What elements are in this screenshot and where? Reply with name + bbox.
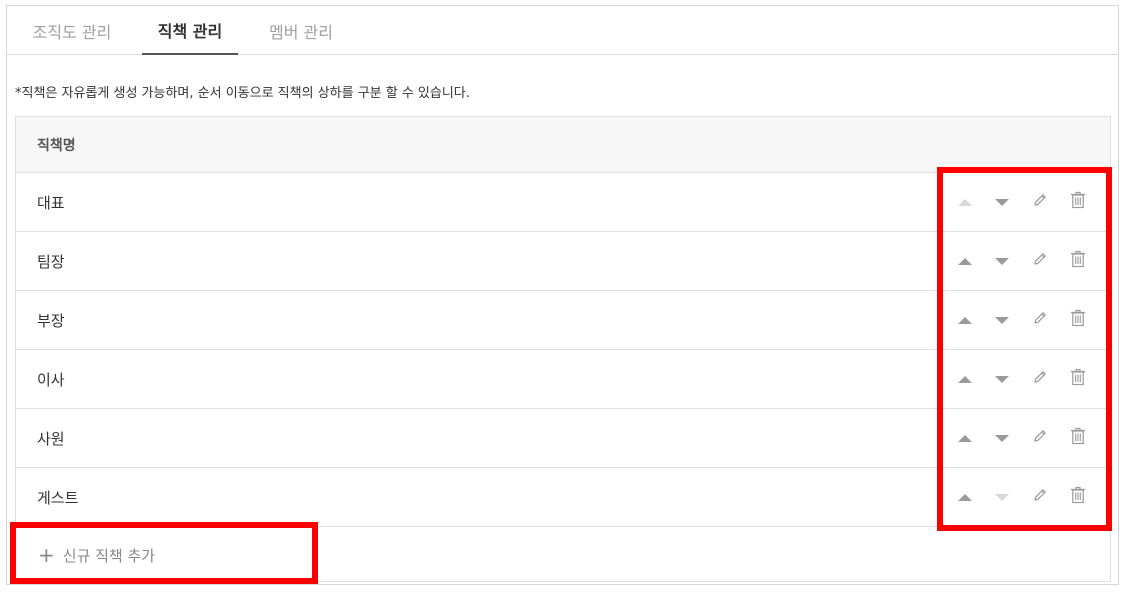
move-down-button[interactable] <box>990 190 1014 214</box>
edit-button[interactable] <box>1028 249 1052 273</box>
move-down-button[interactable] <box>990 426 1014 450</box>
edit-button[interactable] <box>1028 485 1052 509</box>
pencil-icon <box>1032 369 1048 389</box>
edit-button[interactable] <box>1028 190 1052 214</box>
move-up-icon <box>958 493 972 501</box>
delete-button[interactable] <box>1066 426 1090 450</box>
pencil-icon <box>1032 310 1048 330</box>
trash-icon <box>1070 309 1086 331</box>
pencil-icon <box>1032 487 1048 507</box>
table-row: 부장 <box>16 291 1110 350</box>
tab-positions[interactable]: 직책 관리 <box>142 6 238 55</box>
add-position-button[interactable]: + 신규 직책 추가 <box>16 527 1110 583</box>
pencil-icon <box>1032 428 1048 448</box>
table-row: 팀장 <box>16 232 1110 291</box>
move-down-button[interactable] <box>990 367 1014 391</box>
delete-button[interactable] <box>1066 249 1090 273</box>
tab-org-chart[interactable]: 조직도 관리 <box>18 6 126 55</box>
move-up-icon <box>958 198 972 206</box>
table-row: 이사 <box>16 350 1110 409</box>
move-up-button[interactable] <box>953 249 977 273</box>
move-down-button[interactable] <box>990 485 1014 509</box>
table-row: 게스트 <box>16 468 1110 527</box>
edit-button[interactable] <box>1028 426 1052 450</box>
edit-button[interactable] <box>1028 367 1052 391</box>
tab-members[interactable]: 멤버 관리 <box>255 6 347 55</box>
position-name: 대표 <box>37 193 65 212</box>
move-up-icon <box>958 375 972 383</box>
position-name: 게스트 <box>37 488 79 507</box>
table-row: 사원 <box>16 409 1110 468</box>
position-name: 이사 <box>37 370 65 389</box>
notice-text: *직책은 자유롭게 생성 가능하며, 순서 이동으로 직책의 상하를 구분 할 … <box>15 86 470 101</box>
column-header-position-name: 직책명 <box>37 137 76 154</box>
move-down-icon <box>995 198 1009 206</box>
move-down-icon <box>995 434 1009 442</box>
move-down-icon <box>995 375 1009 383</box>
move-up-button[interactable] <box>953 190 977 214</box>
plus-icon: + <box>38 543 55 567</box>
position-name: 부장 <box>37 311 65 330</box>
position-name: 사원 <box>37 429 65 448</box>
move-up-icon <box>958 257 972 265</box>
move-up-icon <box>958 316 972 324</box>
delete-button[interactable] <box>1066 190 1090 214</box>
move-down-icon <box>995 493 1009 501</box>
move-down-icon <box>995 316 1009 324</box>
tab-bar: 조직도 관리 직책 관리 멤버 관리 <box>7 6 1118 55</box>
row-actions <box>935 232 1110 290</box>
positions-table: 직책명 대표팀장부장이사사원게스트 + 신규 직책 추가 <box>15 116 1111 582</box>
table-header: 직책명 <box>16 117 1110 173</box>
table-row: 대표 <box>16 173 1110 232</box>
row-actions <box>935 409 1110 467</box>
trash-icon <box>1070 427 1086 449</box>
trash-icon <box>1070 368 1086 390</box>
position-management-panel: 조직도 관리 직책 관리 멤버 관리 *직책은 자유롭게 생성 가능하며, 순서… <box>6 5 1119 585</box>
row-actions <box>935 173 1110 231</box>
pencil-icon <box>1032 192 1048 212</box>
move-up-button[interactable] <box>953 426 977 450</box>
move-up-button[interactable] <box>953 367 977 391</box>
move-down-button[interactable] <box>990 308 1014 332</box>
move-up-button[interactable] <box>953 308 977 332</box>
row-actions <box>935 350 1110 408</box>
move-down-button[interactable] <box>990 249 1014 273</box>
trash-icon <box>1070 250 1086 272</box>
trash-icon <box>1070 486 1086 508</box>
move-up-button[interactable] <box>953 485 977 509</box>
delete-button[interactable] <box>1066 308 1090 332</box>
edit-button[interactable] <box>1028 308 1052 332</box>
move-down-icon <box>995 257 1009 265</box>
pencil-icon <box>1032 251 1048 271</box>
delete-button[interactable] <box>1066 485 1090 509</box>
position-name: 팀장 <box>37 252 65 271</box>
row-actions <box>935 468 1110 526</box>
trash-icon <box>1070 191 1086 213</box>
move-up-icon <box>958 434 972 442</box>
delete-button[interactable] <box>1066 367 1090 391</box>
add-position-label: 신규 직책 추가 <box>62 546 156 565</box>
row-actions <box>935 291 1110 349</box>
